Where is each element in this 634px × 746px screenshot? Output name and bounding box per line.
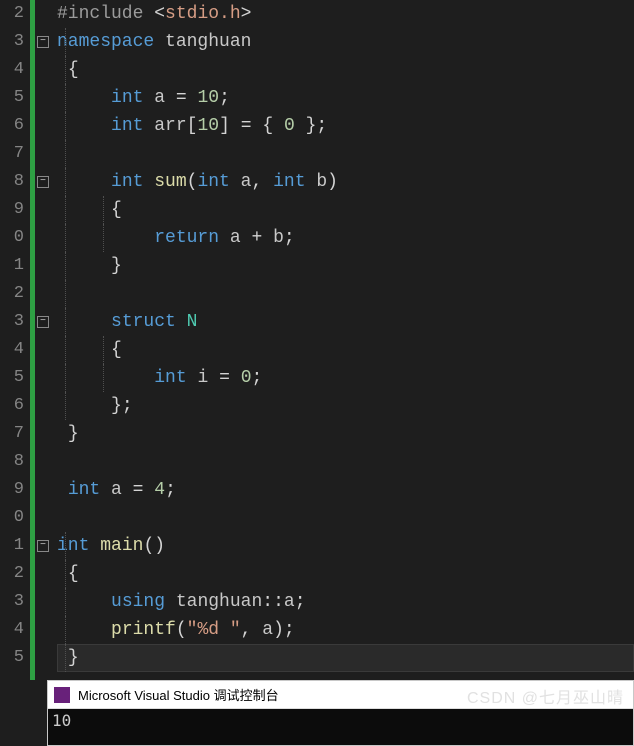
line-number: 6 <box>0 112 24 140</box>
code-line: namespace tanghuan <box>57 28 634 56</box>
code-line <box>57 504 634 532</box>
line-number: 0 <box>0 224 24 252</box>
code-line <box>57 280 634 308</box>
line-number: 1 <box>0 252 24 280</box>
line-number: 8 <box>0 448 24 476</box>
line-number: 6 <box>0 392 24 420</box>
code-line: struct N <box>57 308 634 336</box>
fold-toggle[interactable]: − <box>37 540 49 552</box>
code-line: int sum(int a, int b) <box>57 168 634 196</box>
line-number: 2 <box>0 560 24 588</box>
code-line: int arr[10] = { 0 }; <box>57 112 634 140</box>
line-number: 2 <box>0 0 24 28</box>
code-line: #include <stdio.h> <box>57 0 634 28</box>
code-area[interactable]: #include <stdio.h> namespace tanghuan { … <box>53 0 634 680</box>
vs-icon <box>54 687 70 703</box>
line-number-gutter: 234567890123456789012345 <box>0 0 30 680</box>
line-number: 9 <box>0 476 24 504</box>
code-line: { <box>57 56 634 84</box>
line-number: 5 <box>0 364 24 392</box>
code-line <box>57 448 634 476</box>
line-number: 8 <box>0 168 24 196</box>
line-number: 4 <box>0 616 24 644</box>
console-title-text: Microsoft Visual Studio 调试控制台 <box>78 685 279 704</box>
console-titlebar[interactable]: Microsoft Visual Studio 调试控制台 <box>48 681 633 709</box>
fold-toggle[interactable]: − <box>37 36 49 48</box>
code-line: int main() <box>57 532 634 560</box>
line-number: 4 <box>0 336 24 364</box>
code-line: using tanghuan::a; <box>57 588 634 616</box>
line-number: 0 <box>0 504 24 532</box>
line-number: 3 <box>0 588 24 616</box>
code-line: { <box>57 336 634 364</box>
line-number: 7 <box>0 420 24 448</box>
code-line: int i = 0; <box>57 364 634 392</box>
code-editor[interactable]: 234567890123456789012345 −−−− #include <… <box>0 0 634 680</box>
fold-column: − − − − <box>35 0 53 680</box>
code-line: int a = 4; <box>57 476 634 504</box>
console-output: 10 <box>48 709 633 745</box>
line-number: 3 <box>0 28 24 56</box>
code-line: int a = 10; <box>57 84 634 112</box>
code-line: { <box>57 560 634 588</box>
line-number: 5 <box>0 84 24 112</box>
line-number: 4 <box>0 56 24 84</box>
debug-console-window[interactable]: Microsoft Visual Studio 调试控制台 10 <box>47 680 634 746</box>
line-number: 3 <box>0 308 24 336</box>
fold-toggle[interactable]: − <box>37 176 49 188</box>
line-number: 9 <box>0 196 24 224</box>
code-line: }; <box>57 392 634 420</box>
line-number: 5 <box>0 644 24 672</box>
fold-toggle[interactable]: − <box>37 316 49 328</box>
code-line-active: } <box>57 644 634 672</box>
code-line: } <box>57 252 634 280</box>
code-line: return a + b; <box>57 224 634 252</box>
code-line: } <box>57 420 634 448</box>
line-number: 1 <box>0 532 24 560</box>
code-line <box>57 140 634 168</box>
line-number: 7 <box>0 140 24 168</box>
console-output-text: 10 <box>52 711 71 730</box>
code-line: printf("%d ", a); <box>57 616 634 644</box>
code-line: { <box>57 196 634 224</box>
line-number: 2 <box>0 280 24 308</box>
